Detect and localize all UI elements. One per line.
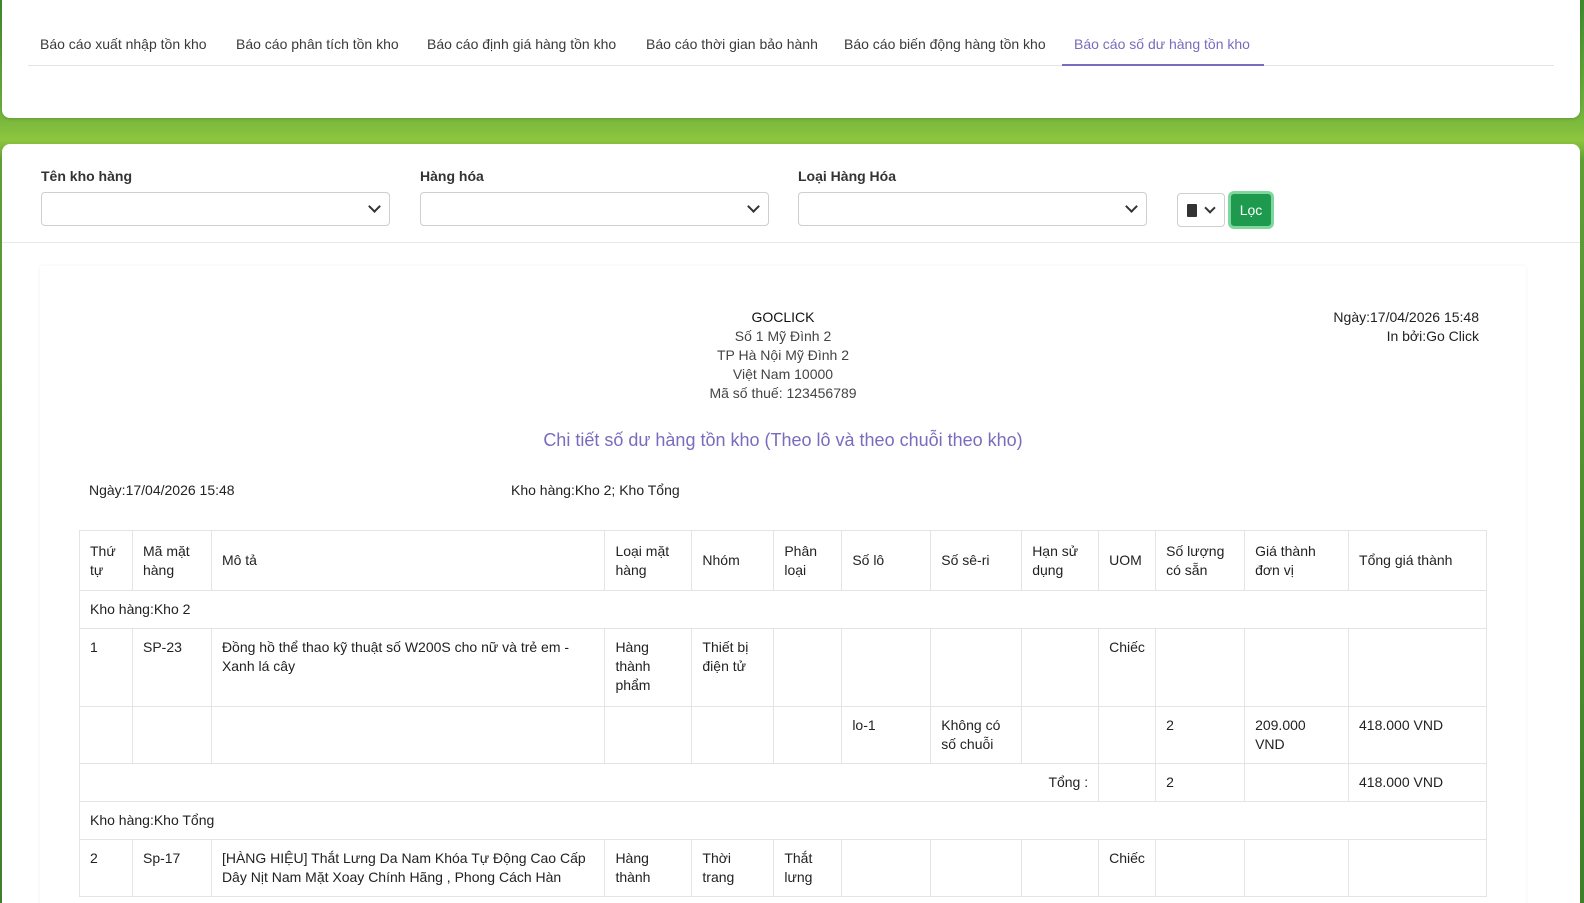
print-meta: Ngày:17/04/2026 15:48 In bởi:Go Click (1333, 308, 1479, 346)
lot-row: lo-1 Không có số chuỗi 2 209.000 VND 418… (79, 706, 1487, 764)
company-info: GOCLICK Số 1 Mỹ Đình 2 TP Hà Nội Mỹ Đình… (40, 308, 1526, 403)
filter-button[interactable]: Lọc (1228, 191, 1274, 229)
item-group: Thiết bị điện tử (691, 628, 775, 707)
tab-inventory-io[interactable]: Báo cáo xuất nhập tồn kho (28, 28, 224, 66)
tab-inventory-movement[interactable]: Báo cáo biến động hàng tồn kho (832, 28, 1062, 66)
total-price (1348, 628, 1487, 707)
total-qty: 2 (1155, 763, 1246, 802)
warehouse-filter: Tên kho hàng (41, 168, 390, 226)
report-warehouses: Kho hàng:Kho 2; Kho Tổng (511, 482, 680, 498)
uom: Chiếc (1098, 839, 1157, 897)
chevron-down-icon (1125, 200, 1138, 213)
goods-type-filter: Loại Hàng Hóa (798, 168, 1147, 226)
column-header: Hạn sử dụng (1021, 530, 1100, 591)
report-title: Chi tiết số dư hàng tồn kho (Theo lô và … (543, 430, 1023, 450)
item-code: Sp-17 (131, 839, 212, 897)
chevron-down-icon (1204, 202, 1216, 214)
row-number: 1 (79, 628, 133, 707)
goods-type-filter-label: Loại Hàng Hóa (798, 168, 897, 184)
inventory-balance-table: Thứ tự Mã mặt hàng Mô tả Loại mặt hàng N… (78, 530, 1487, 897)
unit-price: 209.000 VND (1244, 706, 1350, 764)
report-tabs: Báo cáo xuất nhập tồn kho Báo cáo phân t… (28, 28, 1554, 66)
table-row: 2 Sp-17 [HÀNG HIỆU] Thắt Lưng Da Nam Khó… (79, 839, 1487, 897)
document-icon (1187, 204, 1197, 217)
item-description: Đồng hồ thể thao kỹ thuật số W200S cho n… (210, 628, 606, 707)
warehouse-group-label: Kho hàng:Kho 2 (79, 590, 1487, 629)
column-header: Giá thành đơn vị (1244, 530, 1350, 591)
report-document: GOCLICK Số 1 Mỹ Đình 2 TP Hà Nội Mỹ Đình… (40, 266, 1526, 903)
column-header: Mô tả (210, 530, 606, 591)
company-name: GOCLICK (751, 309, 815, 325)
item-type: Hàng thành phẩm (604, 628, 693, 707)
tab-inventory-balance[interactable]: Báo cáo số dư hàng tồn kho (1062, 28, 1264, 66)
item-category: Thắt lưng (773, 839, 843, 897)
printed-by: In bởi:Go Click (1386, 328, 1479, 344)
total-label: Tổng : (78, 763, 1100, 802)
report-panel: Tên kho hàng Hàng hóa Loại Hàng Hóa Lọc … (2, 144, 1580, 903)
item-group: Thời trang (691, 839, 775, 897)
item-category (773, 628, 843, 707)
lot-number: lo-1 (841, 706, 932, 764)
uom: Chiếc (1098, 628, 1157, 707)
warehouse-group-row: Kho hàng:Kho Tổng (79, 801, 1487, 840)
company-address-3: Việt Nam 10000 (732, 366, 834, 382)
total-value: 418.000 VND (1348, 763, 1487, 802)
report-date: Ngày:17/04/2026 15:48 (89, 482, 235, 498)
goods-select[interactable] (420, 192, 769, 226)
available-qty (1155, 628, 1246, 707)
available-qty: 2 (1155, 706, 1246, 764)
table-row: 1 SP-23 Đồng hồ thể thao kỹ thuật số W20… (79, 628, 1487, 707)
tab-inventory-valuation[interactable]: Báo cáo định giá hàng tồn kho (415, 28, 634, 66)
column-header: Nhóm (691, 530, 775, 591)
print-date: Ngày:17/04/2026 15:48 (1333, 309, 1479, 325)
item-description: [HÀNG HIỆU] Thắt Lưng Da Nam Khóa Tự Độn… (210, 839, 606, 897)
column-header: Số lô (841, 530, 932, 591)
company-address-2: TP Hà Nội Mỹ Đình 2 (716, 347, 849, 363)
item-code: SP-23 (131, 628, 212, 707)
chevron-down-icon (747, 200, 760, 213)
expiry-date (1021, 628, 1100, 707)
tab-warranty-period[interactable]: Báo cáo thời gian bảo hành (634, 28, 832, 66)
company-tax-code: Mã số thuế: 123456789 (709, 385, 857, 401)
column-header: UOM (1098, 530, 1157, 591)
tab-inventory-analysis[interactable]: Báo cáo phân tích tồn kho (224, 28, 415, 66)
total-price: 418.000 VND (1348, 706, 1487, 764)
goods-filter-label: Hàng hóa (420, 168, 484, 184)
group-total-row: Tổng : 2 418.000 VND (78, 763, 1487, 802)
column-header: Thứ tự (79, 530, 133, 591)
chevron-down-icon (368, 200, 381, 213)
unit-price (1244, 628, 1350, 707)
warehouse-group-label: Kho hàng:Kho Tổng (79, 801, 1487, 840)
column-header: Phân loại (773, 530, 843, 591)
serial-number (930, 628, 1023, 707)
column-header: Tổng giá thành (1348, 530, 1487, 591)
filter-bar: Tên kho hàng Hàng hóa Loại Hàng Hóa Lọc (2, 144, 1580, 243)
goods-type-select[interactable] (798, 192, 1147, 226)
column-header: Loại mặt hàng (604, 530, 693, 591)
column-header: Số lượng có sẵn (1155, 530, 1246, 591)
column-header: Số sê-ri (930, 530, 1023, 591)
warehouse-select[interactable] (41, 192, 390, 226)
column-header: Mã mặt hàng (131, 530, 212, 591)
warehouse-group-row: Kho hàng:Kho 2 (79, 590, 1487, 629)
warehouse-filter-label: Tên kho hàng (41, 168, 132, 184)
report-tabs-card: Báo cáo xuất nhập tồn kho Báo cáo phân t… (2, 0, 1580, 118)
export-format-dropdown[interactable] (1177, 193, 1225, 227)
table-header-row: Thứ tự Mã mặt hàng Mô tả Loại mặt hàng N… (79, 530, 1487, 591)
lot-number (841, 628, 932, 707)
serial-number: Không có số chuỗi (930, 706, 1023, 764)
item-type: Hàng thành (604, 839, 693, 897)
goods-filter: Hàng hóa (420, 168, 769, 226)
row-number: 2 (79, 839, 133, 897)
company-address-1: Số 1 Mỹ Đình 2 (734, 328, 832, 344)
